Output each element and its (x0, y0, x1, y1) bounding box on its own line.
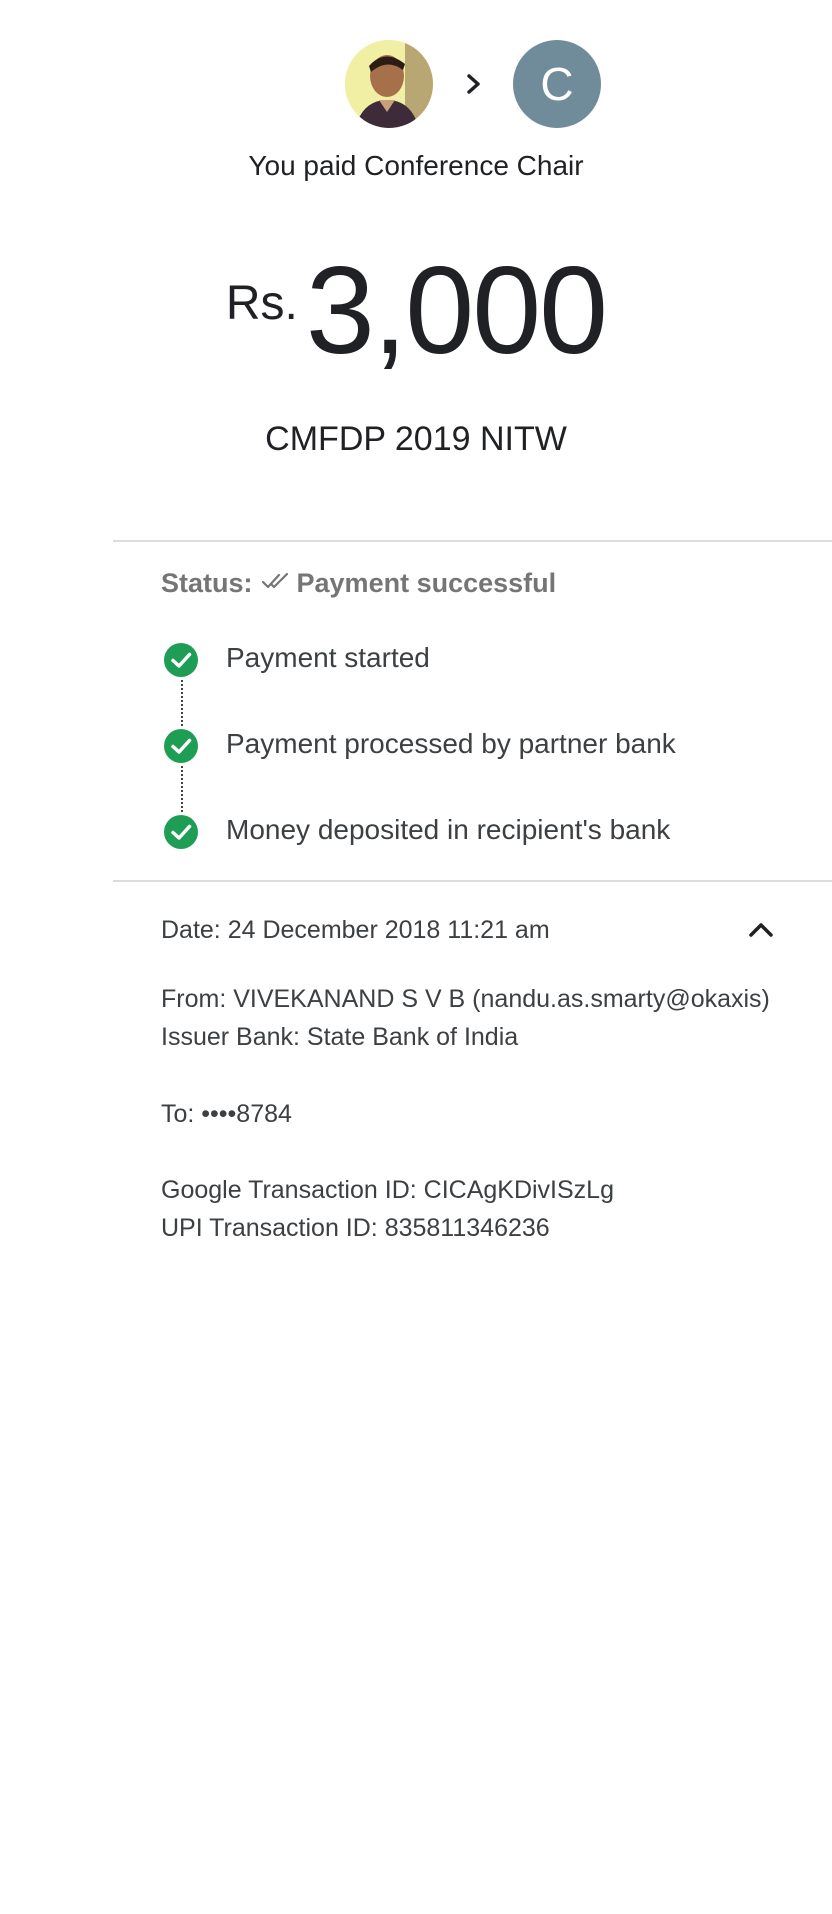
payment-note: CMFDP 2019 NITW (265, 420, 567, 458)
transaction-date: Date: 24 December 2018 11:21 am (161, 916, 550, 944)
chevron-right-icon (462, 70, 486, 98)
recipient-avatar: C (513, 40, 601, 128)
chevron-up-icon[interactable] (744, 915, 778, 945)
step-label: Payment started (226, 642, 430, 673)
sender-avatar (345, 40, 433, 128)
status-value: Payment successful (296, 568, 557, 598)
status-label: Status: (161, 568, 253, 598)
issuer-bank: Issuer Bank: State Bank of India (161, 1023, 519, 1051)
step-label: Money deposited in recipient's bank (226, 814, 671, 845)
currency-label: Rs. (225, 277, 298, 330)
amount-row: Rs.3,000 (0, 240, 832, 382)
step-connector (181, 766, 183, 812)
check-circle-icon (164, 729, 198, 763)
step-label: Payment processed by partner bank (226, 728, 676, 759)
double-check-icon (261, 568, 291, 599)
divider (113, 540, 832, 542)
google-transaction-id: Google Transaction ID: CICAgKDivISzLg (161, 1176, 614, 1204)
step-connector (181, 680, 183, 726)
from-account: From: VIVEKANAND S V B (nandu.as.smarty@… (161, 985, 770, 1013)
upi-transaction-id: UPI Transaction ID: 835811346236 (161, 1214, 550, 1242)
to-account: To: ••••8784 (161, 1100, 292, 1128)
status-line: Status: Payment successful (161, 568, 556, 599)
amount-value: 3,000 (305, 242, 608, 380)
divider (113, 880, 832, 882)
check-circle-icon (164, 815, 198, 849)
check-circle-icon (164, 643, 198, 677)
paid-to-text: You paid Conference Chair (248, 150, 584, 181)
